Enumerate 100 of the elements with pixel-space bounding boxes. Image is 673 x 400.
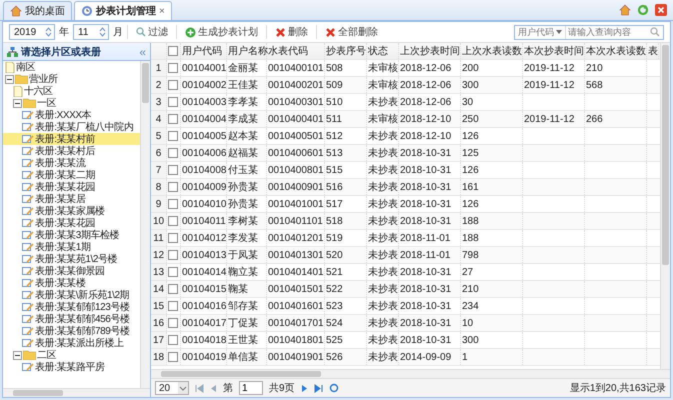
refresh-icon[interactable]: [328, 383, 339, 393]
checkbox[interactable]: [168, 352, 178, 362]
checkbox[interactable]: [168, 233, 178, 243]
checkbox[interactable]: [168, 216, 178, 226]
scrollbar[interactable]: [140, 61, 150, 388]
row-number: 10: [151, 213, 167, 229]
tree-item[interactable]: 表册:某某二期: [3, 169, 140, 181]
page-input[interactable]: 1: [239, 381, 263, 395]
search-icon[interactable]: [650, 27, 660, 37]
row-number: 9: [151, 196, 167, 212]
checkbox[interactable]: [168, 267, 178, 277]
checkbox[interactable]: [168, 148, 178, 158]
column-header[interactable]: 表: [647, 43, 659, 59]
table-cell: 00104003: [181, 94, 227, 110]
column-header[interactable]: 用户名称: [227, 43, 267, 59]
tree-item[interactable]: 表册:XXXX本: [3, 109, 140, 121]
tree-item[interactable]: 表册:某某郁郁789号楼: [3, 325, 140, 337]
checkbox[interactable]: [168, 318, 178, 328]
checkbox[interactable]: [168, 46, 178, 56]
row-number: 18: [151, 349, 167, 365]
search-field-select[interactable]: 用户代码: [515, 26, 566, 38]
close-icon[interactable]: [655, 4, 667, 16]
previous-page-icon[interactable]: [210, 384, 217, 392]
checkbox[interactable]: [168, 284, 178, 294]
table-cell: 0010401601: [267, 298, 325, 314]
column-header[interactable]: 状态: [367, 43, 399, 59]
tree-item[interactable]: 表册:某某居: [3, 193, 140, 205]
checkbox[interactable]: [168, 63, 178, 73]
tree-item[interactable]: 表册:某某家属楼: [3, 205, 140, 217]
checkbox[interactable]: [168, 301, 178, 311]
tree-item[interactable]: 二区: [3, 349, 140, 361]
tree-item[interactable]: 表册:某某村后: [3, 145, 140, 157]
year-spinner[interactable]: 2019: [9, 24, 55, 40]
checkbox[interactable]: [168, 131, 178, 141]
tree-item[interactable]: 表册:某某厂梳八中院内: [3, 121, 140, 133]
column-header[interactable]: 用户代码: [181, 43, 227, 59]
tree-item[interactable]: 十六区: [3, 85, 140, 97]
search-field[interactable]: 用户代码 请输入查询内容: [514, 24, 664, 40]
column-header[interactable]: 本次抄表时间: [523, 43, 585, 59]
tree-item[interactable]: 表册:某某路平房: [3, 361, 140, 373]
scrollbar[interactable]: [3, 388, 150, 397]
tree-item[interactable]: 南区: [3, 61, 140, 73]
total-pages: 共9页: [269, 382, 295, 395]
tree-item[interactable]: 营业所: [3, 73, 140, 85]
column-header[interactable]: 抄表序号: [325, 43, 367, 59]
table-cell: 李树某: [227, 213, 267, 229]
tree-item[interactable]: 表册:某某御景园: [3, 265, 140, 277]
tree-item[interactable]: 表册:某某苑1\2号楼: [3, 253, 140, 265]
first-page-icon[interactable]: [195, 384, 204, 392]
refresh-icon[interactable]: [637, 4, 649, 16]
scrollbar[interactable]: [151, 369, 670, 378]
checkbox[interactable]: [168, 335, 178, 345]
checkbox[interactable]: [168, 114, 178, 124]
tab[interactable]: 我的桌面: [3, 1, 72, 20]
checkbox[interactable]: [168, 250, 178, 260]
tree-item[interactable]: 表册:某某郁郁456号楼: [3, 313, 140, 325]
close-tab-button[interactable]: ×: [159, 6, 165, 16]
tree-item[interactable]: 一区: [3, 97, 140, 109]
column-header[interactable]: 上次抄表时间: [399, 43, 461, 59]
tree-item[interactable]: 表册:某某村前: [3, 133, 140, 145]
table-cell: 0010401201: [267, 230, 325, 246]
checkbox[interactable]: [168, 199, 178, 209]
scrollbar[interactable]: [660, 43, 670, 369]
filter-button[interactable]: 过滤: [132, 25, 172, 39]
column-header[interactable]: 上次水表读数: [461, 43, 523, 59]
tree-item[interactable]: 表册:某某\新乐苑1\2期: [3, 289, 140, 301]
delete-all-button[interactable]: 全部删除: [321, 25, 382, 39]
checkbox[interactable]: [168, 182, 178, 192]
tree-item[interactable]: 表册:某某花园: [3, 217, 140, 229]
month-spinner[interactable]: 11: [73, 24, 109, 40]
collapse-icon[interactable]: [13, 98, 22, 108]
last-page-icon[interactable]: [314, 384, 323, 392]
next-page-icon[interactable]: [300, 384, 308, 392]
tree-item[interactable]: 表册:某某派出所楼上: [3, 337, 140, 349]
tab[interactable]: 抄表计划管理 ×: [74, 1, 172, 20]
spinner-arrows-icon[interactable]: [99, 26, 106, 38]
tree-item[interactable]: 表册:某某1期: [3, 241, 140, 253]
table-cell: 未抄表: [367, 128, 399, 144]
table-cell: 2018-10-31: [399, 298, 461, 314]
column-header[interactable]: 本次水表读数: [585, 43, 647, 59]
delete-button[interactable]: 删除: [271, 25, 312, 39]
table-cell: 0010401501: [267, 281, 325, 297]
table-cell: 2018-12-10: [399, 111, 461, 127]
tree-item[interactable]: 表册:某某楼: [3, 277, 140, 289]
tree-item[interactable]: 表册:某某郁郁123号楼: [3, 301, 140, 313]
tree-item[interactable]: 表册:某某流: [3, 157, 140, 169]
tree-item[interactable]: 表册:某某3期车检楼: [3, 229, 140, 241]
column-header[interactable]: 水表代码: [267, 43, 325, 59]
checkbox[interactable]: [168, 80, 178, 90]
tree-item[interactable]: 表册:某某花园: [3, 181, 140, 193]
page-size-select[interactable]: 20: [155, 381, 189, 395]
collapse-icon[interactable]: [5, 74, 14, 84]
table-cell: 00104014: [181, 264, 227, 280]
generate-plan-button[interactable]: 生成抄表计划: [181, 25, 262, 39]
table-cell: 00104012: [181, 230, 227, 246]
table-cell: 00104018: [181, 332, 227, 348]
checkbox[interactable]: [168, 97, 178, 107]
collapse-icon[interactable]: [13, 350, 22, 360]
checkbox[interactable]: [168, 165, 178, 175]
spinner-arrows-icon[interactable]: [45, 26, 52, 38]
